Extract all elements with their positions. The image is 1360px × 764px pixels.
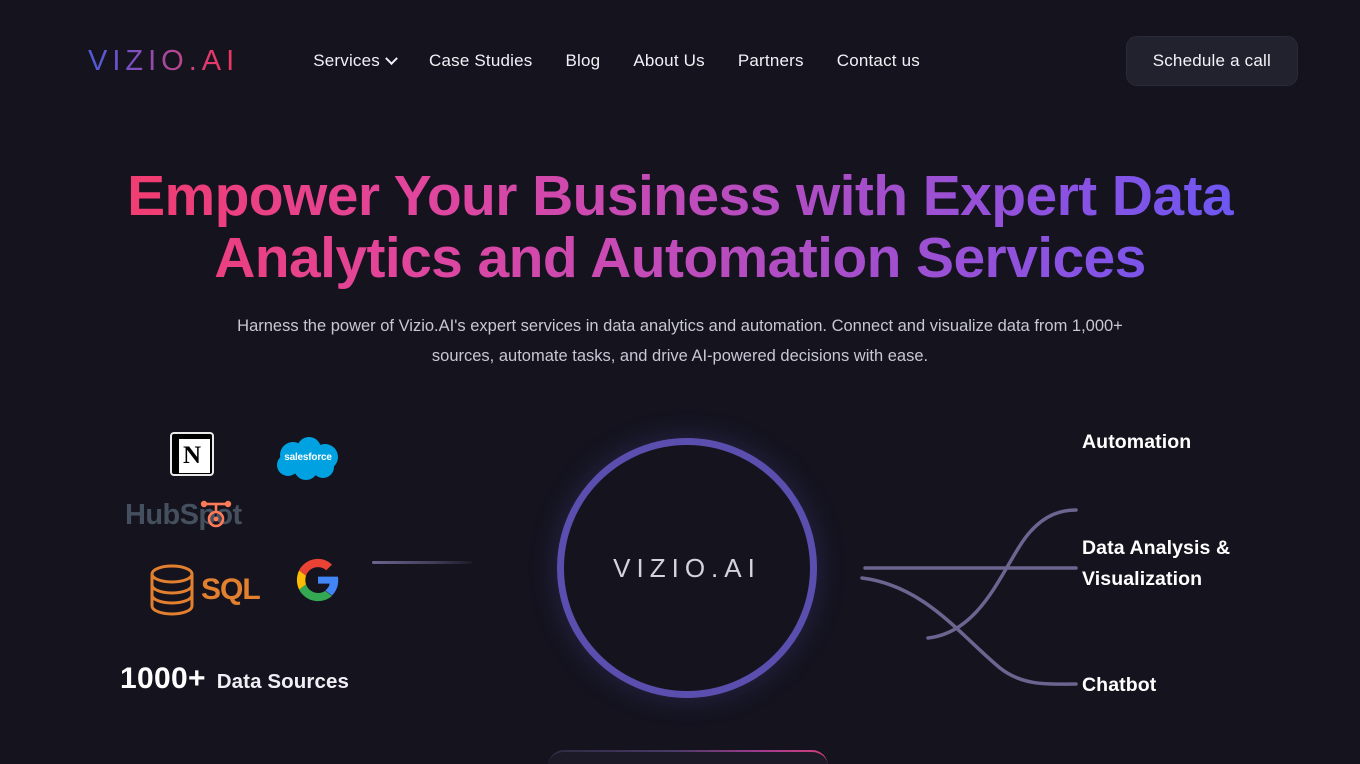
hero-title-line-2: Analytics and Automation Services: [214, 226, 1146, 290]
hero-subtitle-line-1: Harness the power of Vizio.AI's expert s…: [237, 317, 1030, 335]
nav-item-case-studies[interactable]: Case Studies: [429, 51, 533, 71]
nav-item-about-us[interactable]: About Us: [633, 51, 705, 71]
data-sources-count: 1000+: [120, 662, 206, 695]
nav-item-blog[interactable]: Blog: [566, 51, 601, 71]
site-header: VIZIO.AI Services Case Studies Blog Abou…: [0, 0, 1360, 122]
output-label-automation: Automation: [1082, 431, 1192, 453]
nav-item-contact-us[interactable]: Contact us: [837, 51, 920, 71]
sql-cylinder-shape: [150, 564, 194, 616]
output-label-data-analysis-line-2: Visualization: [1082, 568, 1203, 590]
hubspot-icon: HubSpot: [125, 495, 260, 535]
hero-subtitle: Harness the power of Vizio.AI's expert s…: [215, 311, 1145, 371]
salesforce-icon-label: salesforce: [284, 452, 332, 463]
connector-line-bottom: [860, 576, 1078, 686]
schedule-a-call-button[interactable]: Schedule a call: [1125, 36, 1298, 86]
sql-database-icon: SQL: [147, 562, 267, 618]
integration-diagram: VIZIO.AI N salesforce HubSpot SQL 1000+ …: [0, 410, 1360, 720]
output-label-chatbot: Chatbot: [1082, 674, 1157, 696]
hero-section: Empower Your Business with Expert Data A…: [0, 165, 1360, 371]
main-navigation: Services Case Studies Blog About Us Part…: [313, 51, 920, 71]
output-label-data-analysis-line-1: Data Analysis &: [1082, 537, 1231, 559]
hero-title-line-1: Empower Your Business with Expert Data: [127, 164, 1233, 228]
nav-item-partners[interactable]: Partners: [738, 51, 804, 71]
connector-line-top: [926, 508, 1078, 640]
chevron-down-icon: [385, 51, 398, 65]
hubspot-icon-label: HubSpot: [125, 499, 242, 531]
nav-item-label: Services: [313, 51, 380, 70]
output-label-data-analysis: Data Analysis & Visualization: [1082, 533, 1282, 595]
google-icon: [295, 557, 341, 603]
sql-icon-label: SQL: [201, 573, 261, 606]
center-brand-label: VIZIO.AI: [613, 552, 761, 583]
center-brand-circle: VIZIO.AI: [557, 438, 817, 698]
salesforce-icon: salesforce: [273, 435, 343, 483]
notion-icon: N: [170, 432, 214, 476]
bottom-card-peek[interactable]: [548, 750, 828, 764]
page-title: Empower Your Business with Expert Data A…: [0, 165, 1360, 289]
hubspot-sprocket-shape: [200, 500, 232, 528]
google-g-shape: [296, 558, 339, 602]
data-sources-label: Data Sources: [216, 670, 349, 693]
data-sources-caption: 1000+ Data Sources: [120, 662, 349, 696]
nav-item-services[interactable]: Services: [313, 51, 398, 71]
notion-icon-letter: N: [182, 442, 202, 469]
site-logo[interactable]: VIZIO.AI: [88, 45, 239, 78]
